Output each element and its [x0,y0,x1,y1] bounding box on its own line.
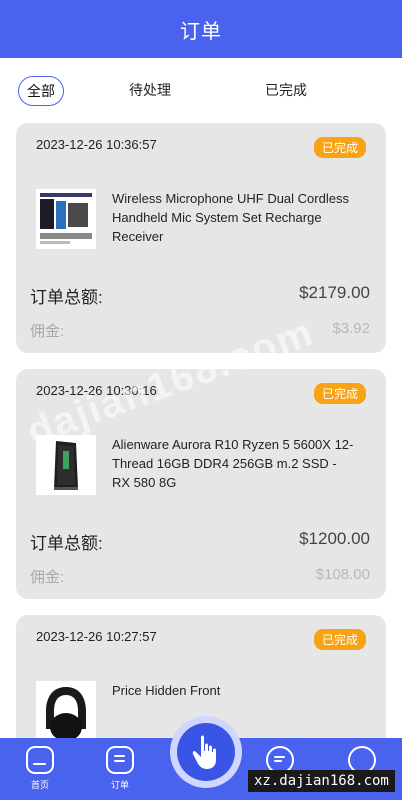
tabbar-orders[interactable]: 订单 [100,746,140,791]
order-time: 2023-12-26 10:30:16 [36,383,157,398]
header-bar: 订单 [0,0,402,58]
product-name: Price Hidden Front [112,683,221,698]
commission-value: $108.00 [315,566,370,583]
product-image [36,435,96,495]
tab-pending[interactable]: 待处理 [120,76,180,106]
order-total-label: 订单总额: [30,534,103,553]
order-time: 2023-12-26 10:36:57 [36,137,157,152]
app-root: 订单 全部 待处理 已完成 2023-12-26 10:36:57 已完成 Wi… [0,0,402,800]
order-card[interactable]: 2023-12-26 10:30:16 已完成 Alienware Aurora… [16,369,386,599]
order-total-value: $1200.00 [299,529,370,548]
order-card[interactable]: 2023-12-26 10:36:57 已完成 Wireless Microph… [16,123,386,353]
order-total-value: $2179.00 [299,283,370,302]
home-icon [26,746,54,774]
order-time: 2023-12-26 10:27:57 [36,629,157,644]
commission-value: $3.92 [332,320,370,337]
product-image [36,189,96,249]
product-name: Wireless Microphone UHF Dual Cordless Ha… [112,191,349,244]
tabbar-home-label: 首页 [30,780,49,790]
status-badge: 已完成 [313,629,366,650]
commission-label: 佣金: [30,323,65,340]
order-icon [106,746,134,774]
center-action-button[interactable] [170,716,242,788]
status-badge: 已完成 [313,383,366,404]
tabbar-home[interactable]: 首页 [20,746,60,791]
order-total-label: 订单总额: [30,288,103,307]
commission-label: 佣金: [30,569,65,586]
hand-pointer-icon [192,735,216,769]
product-name: Alienware Aurora R10 Ryzen 5 5600X 12-Th… [112,437,354,490]
product-image [36,681,96,741]
page-title: 订单 [180,20,222,43]
status-badge: 已完成 [313,137,366,158]
site-watermark-label: xz.dajian168.com [248,770,395,792]
tabbar-orders-label: 订单 [110,780,129,790]
tab-all[interactable]: 全部 [18,76,64,106]
center-action-inner [177,723,235,781]
order-tabs: 全部 待处理 已完成 [0,72,402,108]
tab-completed[interactable]: 已完成 [256,76,316,106]
